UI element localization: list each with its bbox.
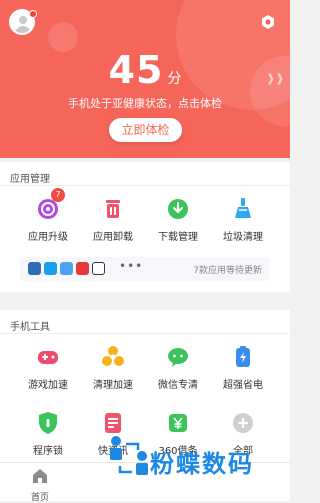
grid-item-label: 游戏加速 xyxy=(28,380,68,391)
home-icon xyxy=(33,469,47,483)
app-icon xyxy=(44,262,57,275)
health-status-text: 手机处于亚健康状态，点击体检 xyxy=(68,97,222,110)
health-check-banner[interactable]: 45 分 手机处于亚健康状态，点击体检 ❱❱ 立即体检 xyxy=(0,0,290,158)
upgrade-count-badge: 7 xyxy=(51,188,65,202)
grid-item-label: 应用升级 xyxy=(28,232,68,243)
clean-boost-button[interactable]: 清理加速 xyxy=(77,344,149,391)
divider xyxy=(0,333,290,334)
health-score: 45 分 xyxy=(0,48,290,92)
nav-home-label: 首页 xyxy=(30,493,49,503)
check-now-button[interactable]: 立即体检 xyxy=(109,118,182,142)
grid-item-label: 微信专清 xyxy=(158,380,198,391)
pending-updates-bar[interactable]: ••• 7款应用等待更新 xyxy=(20,257,270,281)
app-icon xyxy=(28,262,41,275)
grid-item-label: 清理加速 xyxy=(93,380,133,391)
app-lock-button[interactable]: 程序锁 xyxy=(12,410,84,457)
wechat-icon xyxy=(168,348,188,367)
grid-item-label: 垃圾清理 xyxy=(223,232,263,243)
broom-icon xyxy=(235,198,251,218)
more-icon: ••• xyxy=(119,259,144,273)
app-management-section: 应用管理 7 应用升级 应用卸载 下载管理 垃圾清理 ••• 7款应用等待更新 xyxy=(0,162,290,292)
chevron-right-icon: ❱❱ xyxy=(266,72,285,85)
watermark: 粉蝶数码 xyxy=(102,428,290,500)
score-value: 45 xyxy=(108,48,164,92)
gamepad-icon xyxy=(38,351,58,364)
score-unit: 分 xyxy=(167,71,182,87)
app-upgrade-button[interactable]: 7 应用升级 xyxy=(12,188,84,243)
app-uninstall-button[interactable]: 应用卸载 xyxy=(77,196,149,243)
trash-icon xyxy=(106,200,120,218)
watermark-text: 粉蝶数码 xyxy=(150,450,254,478)
grid-item-label: 程序锁 xyxy=(33,446,63,457)
app-icon xyxy=(92,262,105,275)
wechat-clean-button[interactable]: 微信专清 xyxy=(142,344,214,391)
divider xyxy=(0,185,290,186)
game-boost-button[interactable]: 游戏加速 xyxy=(12,344,84,391)
junk-clean-button[interactable]: 垃圾清理 xyxy=(207,196,279,243)
fan-icon xyxy=(102,346,124,366)
power-saving-button[interactable]: 超强省电 xyxy=(207,344,279,391)
section-title: 应用管理 xyxy=(10,174,50,185)
app-icon xyxy=(60,262,73,275)
nav-home[interactable]: 首页 xyxy=(20,467,60,503)
notification-dot xyxy=(29,10,37,18)
grid-item-label: 下载管理 xyxy=(158,232,198,243)
settings-icon[interactable] xyxy=(260,14,276,30)
watermark-logo-icon xyxy=(110,436,148,475)
shield-lock-icon xyxy=(39,412,57,434)
pending-updates-text: 7款应用等待更新 xyxy=(193,266,262,276)
grid-item-label: 超强省电 xyxy=(223,380,263,391)
section-title: 手机工具 xyxy=(10,322,50,333)
download-manager-button[interactable]: 下载管理 xyxy=(142,196,214,243)
app-icon xyxy=(76,262,89,275)
battery-icon xyxy=(236,346,250,367)
grid-item-label: 应用卸载 xyxy=(93,232,133,243)
download-icon xyxy=(168,199,188,219)
